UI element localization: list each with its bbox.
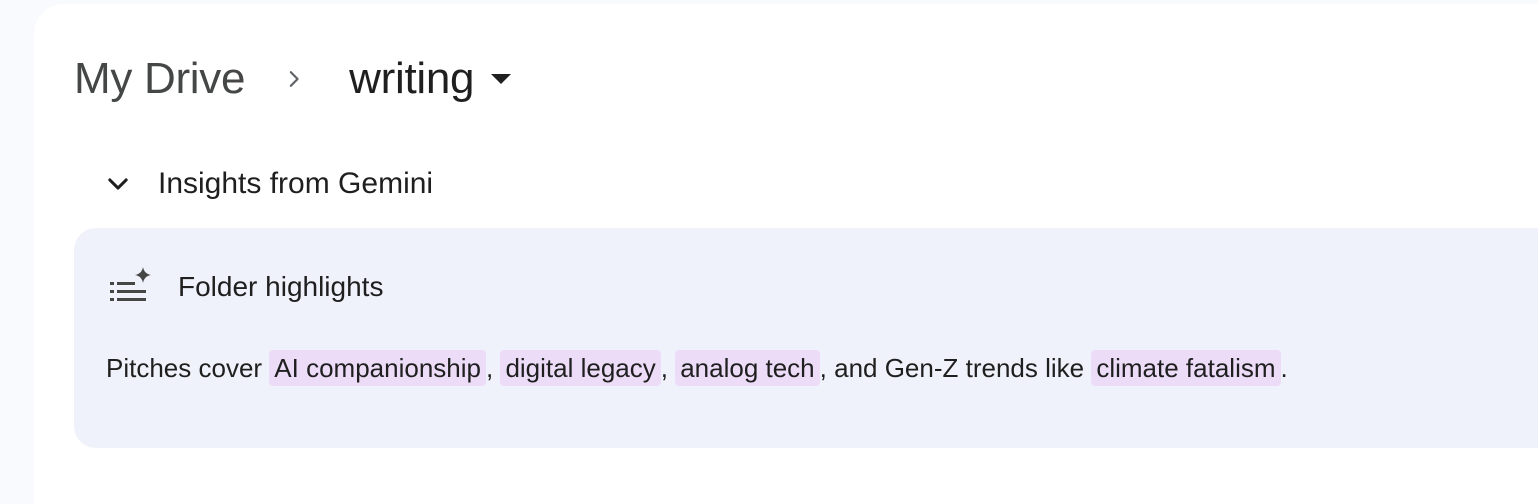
topic-chip-ai-companionship[interactable]: AI companionship <box>269 350 486 386</box>
current-folder-title: writing <box>349 54 475 103</box>
breadcrumb: My Drive writing <box>74 50 512 108</box>
summary-text-prefix: Pitches cover <box>106 353 270 383</box>
breadcrumb-current-folder-dropdown[interactable]: writing <box>349 54 512 104</box>
topic-chip-analog-tech[interactable]: analog tech <box>675 350 820 386</box>
breadcrumb-my-drive[interactable]: My Drive <box>74 54 245 104</box>
main-panel: My Drive writing Insights from Gemini Fo… <box>34 4 1538 504</box>
insights-toggle-row[interactable]: Insights from Gemini <box>102 160 433 208</box>
folder-highlights-card: Folder highlights Pitches cover AI compa… <box>74 228 1538 448</box>
chevron-down-icon <box>102 168 134 200</box>
insights-title: Insights from Gemini <box>158 167 434 200</box>
summary-text-middle: , and Gen-Z trends like <box>819 353 1092 383</box>
folder-highlights-header: Folder highlights <box>108 264 383 310</box>
summary-separator: , <box>660 353 676 383</box>
caret-down-icon <box>490 73 512 85</box>
topic-chip-climate-fatalism[interactable]: climate fatalism <box>1091 350 1281 386</box>
summary-text-suffix: . <box>1280 353 1288 383</box>
list-sparkle-icon <box>108 265 152 309</box>
chevron-right-icon <box>265 50 323 108</box>
topic-chip-digital-legacy[interactable]: digital legacy <box>500 350 661 386</box>
summary-separator: , <box>485 353 501 383</box>
folder-highlights-summary: Pitches cover AI companionship, digital … <box>106 346 1288 390</box>
folder-highlights-title: Folder highlights <box>178 271 384 302</box>
